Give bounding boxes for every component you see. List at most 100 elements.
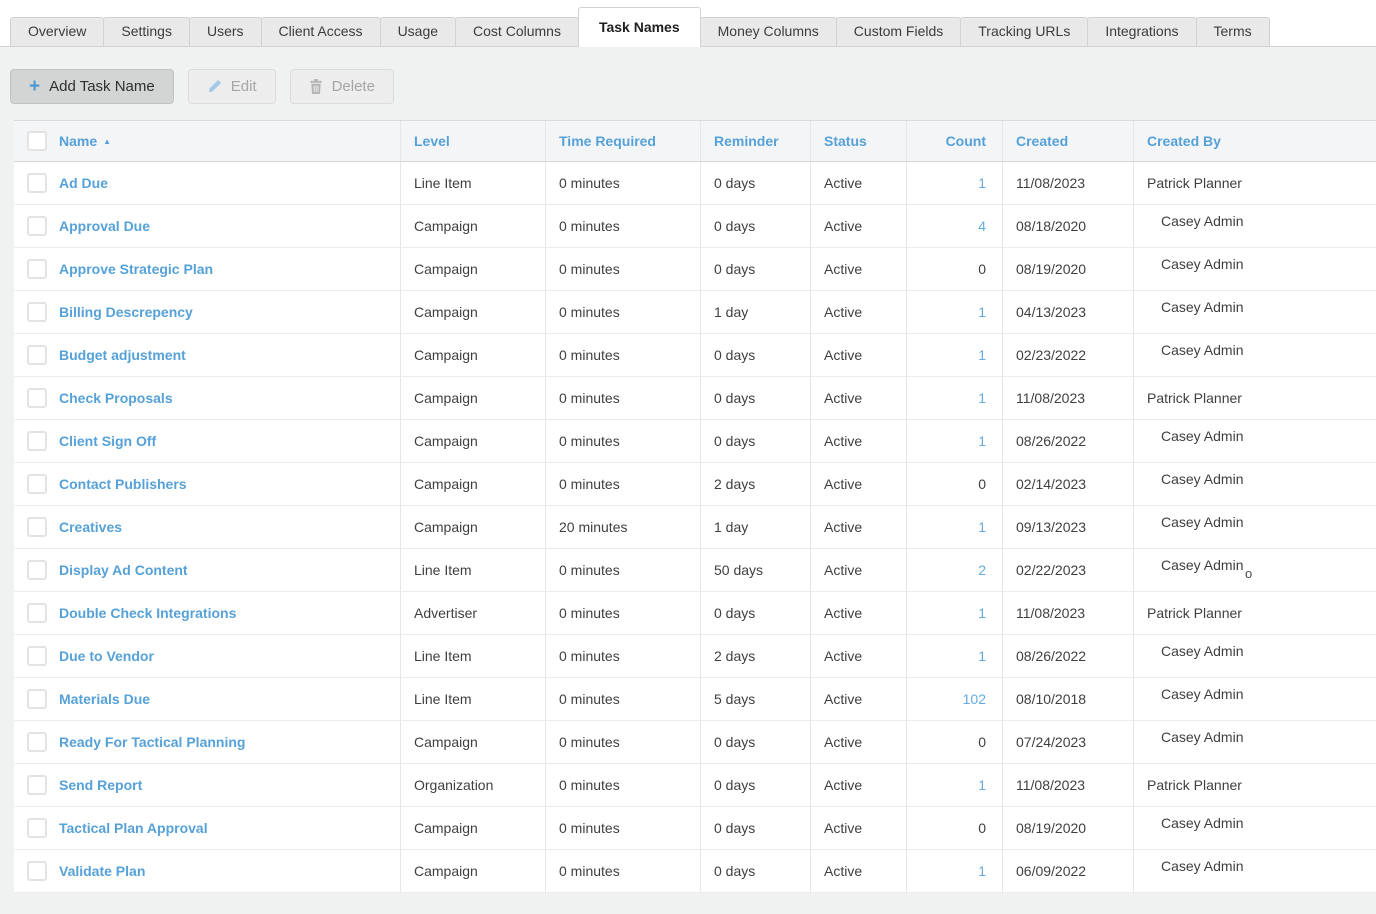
row-checkbox[interactable] <box>27 861 47 881</box>
row-checkbox[interactable] <box>27 818 47 838</box>
created-by-text: Patrick Planner <box>1147 175 1242 191</box>
count-cell: 1 <box>906 162 1002 204</box>
tab-settings[interactable]: Settings <box>103 17 190 46</box>
count-link[interactable]: 1 <box>978 304 986 320</box>
task-name-link[interactable]: Ad Due <box>59 175 108 191</box>
row-checkbox[interactable] <box>27 173 47 193</box>
row-checkbox[interactable] <box>27 474 47 494</box>
task-name-link[interactable]: Validate Plan <box>59 863 145 879</box>
row-checkbox-cell <box>14 334 58 376</box>
created-by-cell: Patrick Planner <box>1133 377 1376 419</box>
name-cell: Due to Vendor <box>58 635 400 677</box>
tab-custom-fields[interactable]: Custom Fields <box>836 17 961 46</box>
row-checkbox[interactable] <box>27 689 47 709</box>
header-checkbox-cell <box>14 121 58 161</box>
row-checkbox[interactable] <box>27 259 47 279</box>
task-name-link[interactable]: Approve Strategic Plan <box>59 261 213 277</box>
task-name-link[interactable]: Double Check Integrations <box>59 605 236 621</box>
edit-button[interactable]: Edit <box>188 69 276 104</box>
time-required-cell: 0 minutes <box>545 635 700 677</box>
task-name-link[interactable]: Approval Due <box>59 218 150 234</box>
count-link[interactable]: 1 <box>978 175 986 191</box>
count-link[interactable]: 1 <box>978 519 986 535</box>
created-by-cell: Casey Admin <box>1133 248 1376 290</box>
count-link[interactable]: 102 <box>963 691 986 707</box>
count-cell: 0 <box>906 248 1002 290</box>
row-checkbox[interactable] <box>27 345 47 365</box>
count-link[interactable]: 4 <box>978 218 986 234</box>
row-checkbox[interactable] <box>27 431 47 451</box>
created-by-cell: Casey Admin <box>1133 420 1376 462</box>
reminder-cell: 0 days <box>700 205 810 247</box>
tab-cost-columns[interactable]: Cost Columns <box>455 17 579 46</box>
task-name-link[interactable]: Materials Due <box>59 691 150 707</box>
task-name-link[interactable]: Display Ad Content <box>59 562 188 578</box>
task-name-link[interactable]: Tactical Plan Approval <box>59 820 208 836</box>
tab-tracking-urls[interactable]: Tracking URLs <box>960 17 1088 46</box>
reminder-cell: 0 days <box>700 850 810 892</box>
row-checkbox[interactable] <box>27 216 47 236</box>
row-checkbox[interactable] <box>27 560 47 580</box>
tab-usage[interactable]: Usage <box>380 17 456 46</box>
task-name-link[interactable]: Creatives <box>59 519 122 535</box>
column-header-created-by[interactable]: Created By <box>1133 121 1376 161</box>
count-cell: 0 <box>906 807 1002 849</box>
row-checkbox[interactable] <box>27 388 47 408</box>
row-checkbox[interactable] <box>27 603 47 623</box>
table-row: Contact Publishers Campaign 0 minutes 2 … <box>14 463 1376 506</box>
task-name-link[interactable]: Contact Publishers <box>59 476 187 492</box>
count-cell: 1 <box>906 377 1002 419</box>
count-link[interactable]: 1 <box>978 863 986 879</box>
column-header-reminder[interactable]: Reminder <box>700 121 810 161</box>
task-name-link[interactable]: Send Report <box>59 777 142 793</box>
row-checkbox[interactable] <box>27 732 47 752</box>
task-name-link[interactable]: Billing Descrepency <box>59 304 193 320</box>
count-link[interactable]: 1 <box>978 605 986 621</box>
task-name-link[interactable]: Budget adjustment <box>59 347 186 363</box>
tab-users[interactable]: Users <box>189 17 262 46</box>
tab-money-columns[interactable]: Money Columns <box>700 17 837 46</box>
time-required-cell: 0 minutes <box>545 420 700 462</box>
tab-overview[interactable]: Overview <box>10 17 104 46</box>
count-link[interactable]: 1 <box>978 347 986 363</box>
row-checkbox-cell <box>14 162 58 204</box>
count-link[interactable]: 2 <box>978 562 986 578</box>
row-checkbox[interactable] <box>27 517 47 537</box>
row-checkbox[interactable] <box>27 646 47 666</box>
add-task-name-button[interactable]: + Add Task Name <box>10 69 174 104</box>
status-cell: Active <box>810 291 906 333</box>
column-header-level[interactable]: Level <box>400 121 545 161</box>
tab-integrations[interactable]: Integrations <box>1087 17 1196 46</box>
count-link[interactable]: 1 <box>978 777 986 793</box>
task-name-link[interactable]: Ready For Tactical Planning <box>59 734 245 750</box>
column-header-time-required[interactable]: Time Required <box>545 121 700 161</box>
created-by-cell: Casey Admin <box>1133 635 1376 677</box>
count-link[interactable]: 1 <box>978 648 986 664</box>
row-checkbox-cell <box>14 377 58 419</box>
row-checkbox-cell <box>14 807 58 849</box>
select-all-checkbox[interactable] <box>27 131 47 151</box>
created-by-cell: Casey Admin <box>1133 463 1376 505</box>
tab-task-names[interactable]: Task Names <box>578 7 701 47</box>
column-header-name[interactable]: Name▲ <box>58 121 400 161</box>
task-name-link[interactable]: Due to Vendor <box>59 648 154 664</box>
delete-button[interactable]: Delete <box>290 69 394 104</box>
count-link[interactable]: 1 <box>978 390 986 406</box>
tab-terms[interactable]: Terms <box>1196 17 1270 46</box>
task-name-link[interactable]: Check Proposals <box>59 390 173 406</box>
count-cell: 0 <box>906 463 1002 505</box>
count-link[interactable]: 1 <box>978 433 986 449</box>
column-header-status[interactable]: Status <box>810 121 906 161</box>
column-header-count[interactable]: Count <box>906 121 1002 161</box>
task-names-table: Name▲LevelTime RequiredReminderStatusCou… <box>14 120 1376 893</box>
created-cell: 08/26/2022 <box>1002 420 1133 462</box>
created-cell: 07/24/2023 <box>1002 721 1133 763</box>
row-checkbox[interactable] <box>27 775 47 795</box>
task-name-link[interactable]: Client Sign Off <box>59 433 156 449</box>
row-checkbox[interactable] <box>27 302 47 322</box>
status-cell: Active <box>810 506 906 548</box>
created-cell: 11/08/2023 <box>1002 592 1133 634</box>
level-cell: Campaign <box>400 807 545 849</box>
tab-client-access[interactable]: Client Access <box>261 17 381 46</box>
column-header-created[interactable]: Created <box>1002 121 1133 161</box>
